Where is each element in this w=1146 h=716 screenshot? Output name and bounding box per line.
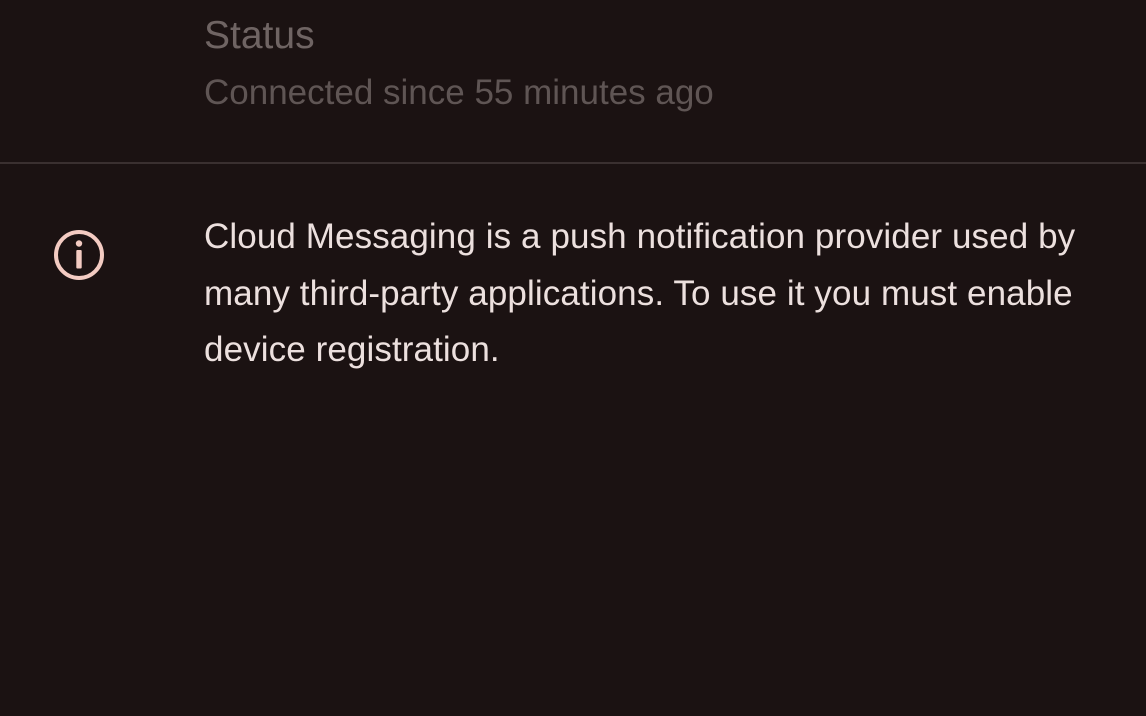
info-message: Cloud Messaging is a push notification p… xyxy=(204,217,1076,369)
info-icon xyxy=(49,225,109,285)
cloud-messaging-settings-screen: Status Connected since 55 minutes ago Cl… xyxy=(0,0,1146,716)
status-title: Status xyxy=(204,14,315,57)
status-preference[interactable]: Status Connected since 55 minutes ago xyxy=(0,0,1146,162)
status-summary: Connected since 55 minutes ago xyxy=(204,73,714,112)
